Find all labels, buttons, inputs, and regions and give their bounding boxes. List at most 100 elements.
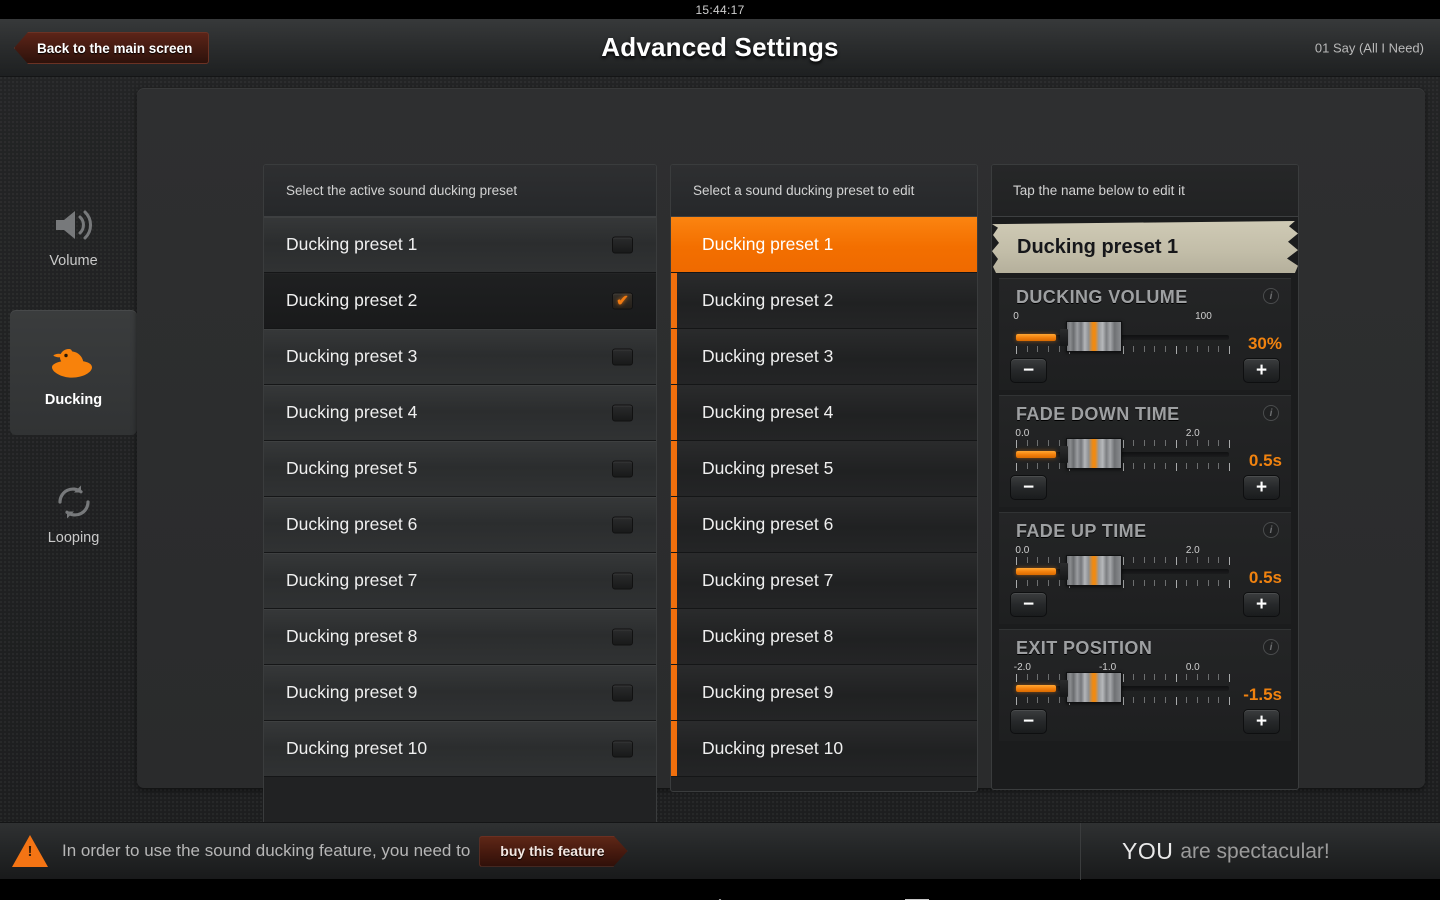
active-preset-checkbox[interactable] [612,460,633,477]
banner-message: In order to use the sound ducking featur… [62,841,471,860]
active-preset-checkbox[interactable] [612,684,633,701]
edit-preset-list-panel: Select a sound ducking preset to edit Du… [670,164,978,792]
sidebar-item-ducking[interactable]: Ducking [10,310,137,435]
preset-name-field[interactable]: Ducking preset 1 [992,221,1298,273]
list-item[interactable]: Ducking preset 10 [671,721,977,777]
list-item[interactable]: Ducking preset 1 [671,217,977,273]
active-preset-checkbox[interactable]: ✔ [612,292,633,309]
active-preset-label: Ducking preset 3 [286,346,418,366]
slider-value: -1.5s [1243,685,1282,704]
table-row[interactable]: Ducking preset 9 [264,665,656,721]
buy-this-feature-button[interactable]: buy this feature [479,836,627,867]
slider-scale-label: -2.0 [1013,662,1031,673]
active-preset-list: Ducking preset 1 Ducking preset 2 ✔ Ducking… [264,217,656,777]
list-item[interactable]: Ducking preset 6 [671,497,977,553]
slider-thumb[interactable] [1059,672,1122,703]
slider-decrement-button[interactable]: − [1010,709,1047,734]
edit-preset-label: Ducking preset 7 [702,570,834,590]
slider-ticks-lower [1016,463,1230,471]
info-icon[interactable]: i [1263,522,1279,538]
list-item[interactable]: Ducking preset 7 [671,553,977,609]
slider-increment-button[interactable]: + [1243,475,1280,500]
promo-rest-text: are spectacular! [1180,839,1330,863]
edit-preset-label: Ducking preset 10 [702,738,844,758]
info-icon[interactable]: i [1263,639,1279,655]
active-preset-list-header: Select the active sound ducking preset [264,165,656,217]
sidebar-nav: Volume Ducking Looping [0,77,137,822]
slider-track[interactable] [1016,329,1229,346]
check-icon: ✔ [616,292,629,309]
speaker-icon [52,199,96,251]
table-row[interactable]: Ducking preset 5 [264,441,656,497]
list-item[interactable]: Ducking preset 3 [671,329,977,385]
slider-scale-label: 0.0 [1015,545,1030,556]
active-preset-checkbox[interactable] [612,740,633,757]
slider-decrement-button[interactable]: − [1010,592,1047,617]
table-row[interactable]: Ducking preset 4 [264,385,656,441]
active-preset-checkbox[interactable] [612,572,633,589]
active-preset-label: Ducking preset 7 [286,570,418,590]
active-preset-checkbox[interactable] [612,404,633,421]
active-preset-label: Ducking preset 8 [286,626,418,646]
active-preset-checkbox[interactable] [612,516,633,533]
slider-title: FADE UP TIME [1016,521,1147,541]
back-icon[interactable] [495,889,555,900]
app-title-bar: Back to the main screen Advanced Setting… [0,19,1440,77]
info-icon[interactable]: i [1263,405,1279,421]
edit-preset-label: Ducking preset 6 [702,514,834,534]
slider-scale-label: 2.0 [1185,545,1200,556]
active-preset-checkbox[interactable] [612,236,633,253]
table-row[interactable]: Ducking preset 10 [264,721,656,777]
slider-thumb[interactable] [1059,555,1122,586]
slider-thumb[interactable] [1059,438,1122,469]
slider-scale: -2.0 -1.0 0.0 [1013,662,1229,674]
android-nav-bar [0,879,1440,900]
current-track-label: 01 Say (All I Need) [1314,40,1424,55]
slider-scale-label: 0.0 [1015,428,1030,439]
rubber-duck-icon [49,338,99,390]
active-preset-checkbox[interactable] [612,628,633,645]
slider-group: EXIT POSITION i -2.0 -1.0 0.0 -1.5s − + [999,629,1291,741]
main-content-area: Volume Ducking Looping Select the active… [0,77,1440,842]
recents-icon[interactable] [885,889,945,900]
active-preset-label: Ducking preset 4 [286,402,418,422]
sidebar-item-volume[interactable]: Volume [10,185,137,283]
table-row[interactable]: Ducking preset 1 [264,217,656,273]
slider-title: DUCKING VOLUME [1016,287,1188,307]
info-icon[interactable]: i [1263,288,1279,304]
list-item[interactable]: Ducking preset 9 [671,665,977,721]
sidebar-item-looping[interactable]: Looping [10,462,137,560]
list-item[interactable]: Ducking preset 2 [671,273,977,329]
slider-track[interactable] [1016,563,1229,580]
slider-decrement-button[interactable]: − [1010,475,1047,500]
slider-increment-button[interactable]: + [1243,592,1280,617]
slider-title: FADE DOWN TIME [1016,404,1180,424]
slider-increment-button[interactable]: + [1243,709,1280,734]
back-to-main-screen-button[interactable]: Back to the main screen [14,32,210,64]
edit-preset-label: Ducking preset 2 [702,290,834,310]
slider-decrement-button[interactable]: − [1010,358,1047,383]
edit-preset-list-header: Select a sound ducking preset to edit [671,165,977,217]
list-item[interactable]: Ducking preset 8 [671,609,977,665]
table-row[interactable]: Ducking preset 3 [264,329,656,385]
table-row[interactable]: Ducking preset 8 [264,609,656,665]
slider-track[interactable] [1016,680,1229,697]
table-row[interactable]: Ducking preset 6 [264,497,656,553]
status-clock: 15:44:17 [695,2,745,17]
list-item[interactable]: Ducking preset 4 [671,385,977,441]
promo-strong-text: YOU [1122,838,1174,864]
table-row[interactable]: Ducking preset 2 ✔ [264,273,656,329]
slider-scale: 0.0 2.0 [1015,545,1229,557]
slider-increment-button[interactable]: + [1243,358,1280,383]
list-item[interactable]: Ducking preset 5 [671,441,977,497]
slider-track[interactable] [1016,446,1229,463]
active-preset-checkbox[interactable] [612,348,633,365]
preset-name-value: Ducking preset 1 [1017,235,1179,258]
slider-scale-label: 2.0 [1185,428,1200,439]
slider-thumb[interactable] [1059,321,1122,352]
table-row[interactable]: Ducking preset 7 [264,553,656,609]
slider-scale-label: 0 [1013,311,1019,322]
home-icon[interactable] [690,889,750,900]
edit-preset-list: Ducking preset 1 Ducking preset 2 Ducking … [671,217,977,777]
edit-preset-label: Ducking preset 8 [702,626,834,646]
